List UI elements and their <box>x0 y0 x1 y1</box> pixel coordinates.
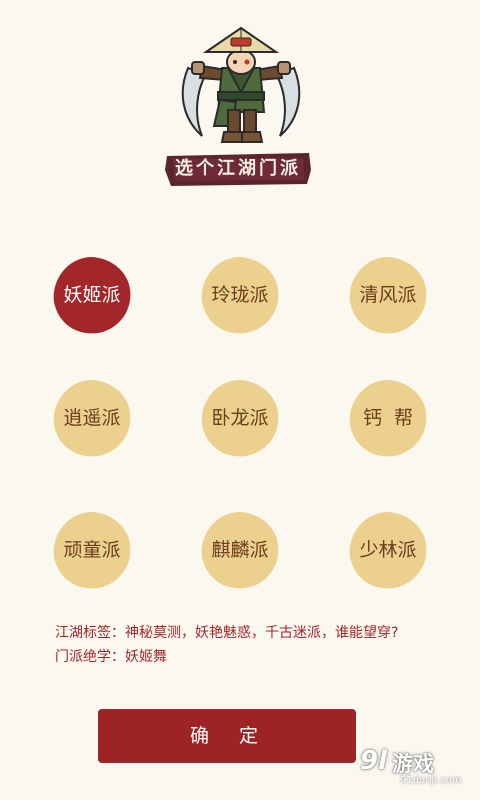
sect-option-qilin[interactable]: 麒麟派 <box>200 510 280 590</box>
swordsman-mascot-image <box>176 22 306 152</box>
sect-option-wolong[interactable]: 卧龙派 <box>200 378 280 458</box>
sect-label: 麒麟派 <box>211 539 269 561</box>
sect-skill-text: 门派绝学：妖姬舞 <box>55 649 167 665</box>
sect-option-shaolin[interactable]: 少林派 <box>348 510 428 590</box>
sect-label: 清风派 <box>359 284 417 306</box>
sect-label: 逍遥派 <box>63 407 121 429</box>
sect-label: 卧龙派 <box>211 407 269 429</box>
sect-option-gaibang[interactable]: 钙 帮 <box>348 378 428 458</box>
sect-option-wantong[interactable]: 顽童派 <box>52 510 132 590</box>
watermark-brand: 游戏 <box>392 752 434 776</box>
sect-option-xiaoyao[interactable]: 逍遥派 <box>52 378 132 458</box>
page-title: 选个江湖门派 <box>175 158 301 179</box>
sect-label: 少林派 <box>359 539 417 561</box>
sect-option-yaoji[interactable]: 妖姬派 <box>52 255 132 335</box>
sect-option-linglong[interactable]: 玲珑派 <box>200 255 280 335</box>
sect-label: 妖姬派 <box>63 284 121 306</box>
sect-label: 钙 帮 <box>362 407 414 429</box>
watermark-logo: 9l <box>360 746 388 776</box>
site-watermark: 9l 游戏 91danji.com <box>360 740 476 792</box>
title-banner: 选个江湖门派 <box>163 150 313 188</box>
sect-label: 玲珑派 <box>211 284 269 306</box>
sect-tags-text: 江湖标签：神秘莫测，妖艳魅惑，千古迷派，谁能望穿? <box>55 625 399 641</box>
sect-option-qingfeng[interactable]: 清风派 <box>348 255 428 335</box>
sect-label: 顽童派 <box>63 539 121 561</box>
watermark-url: 91danji.com <box>400 775 462 786</box>
confirm-button[interactable]: 确 定 <box>98 709 356 763</box>
